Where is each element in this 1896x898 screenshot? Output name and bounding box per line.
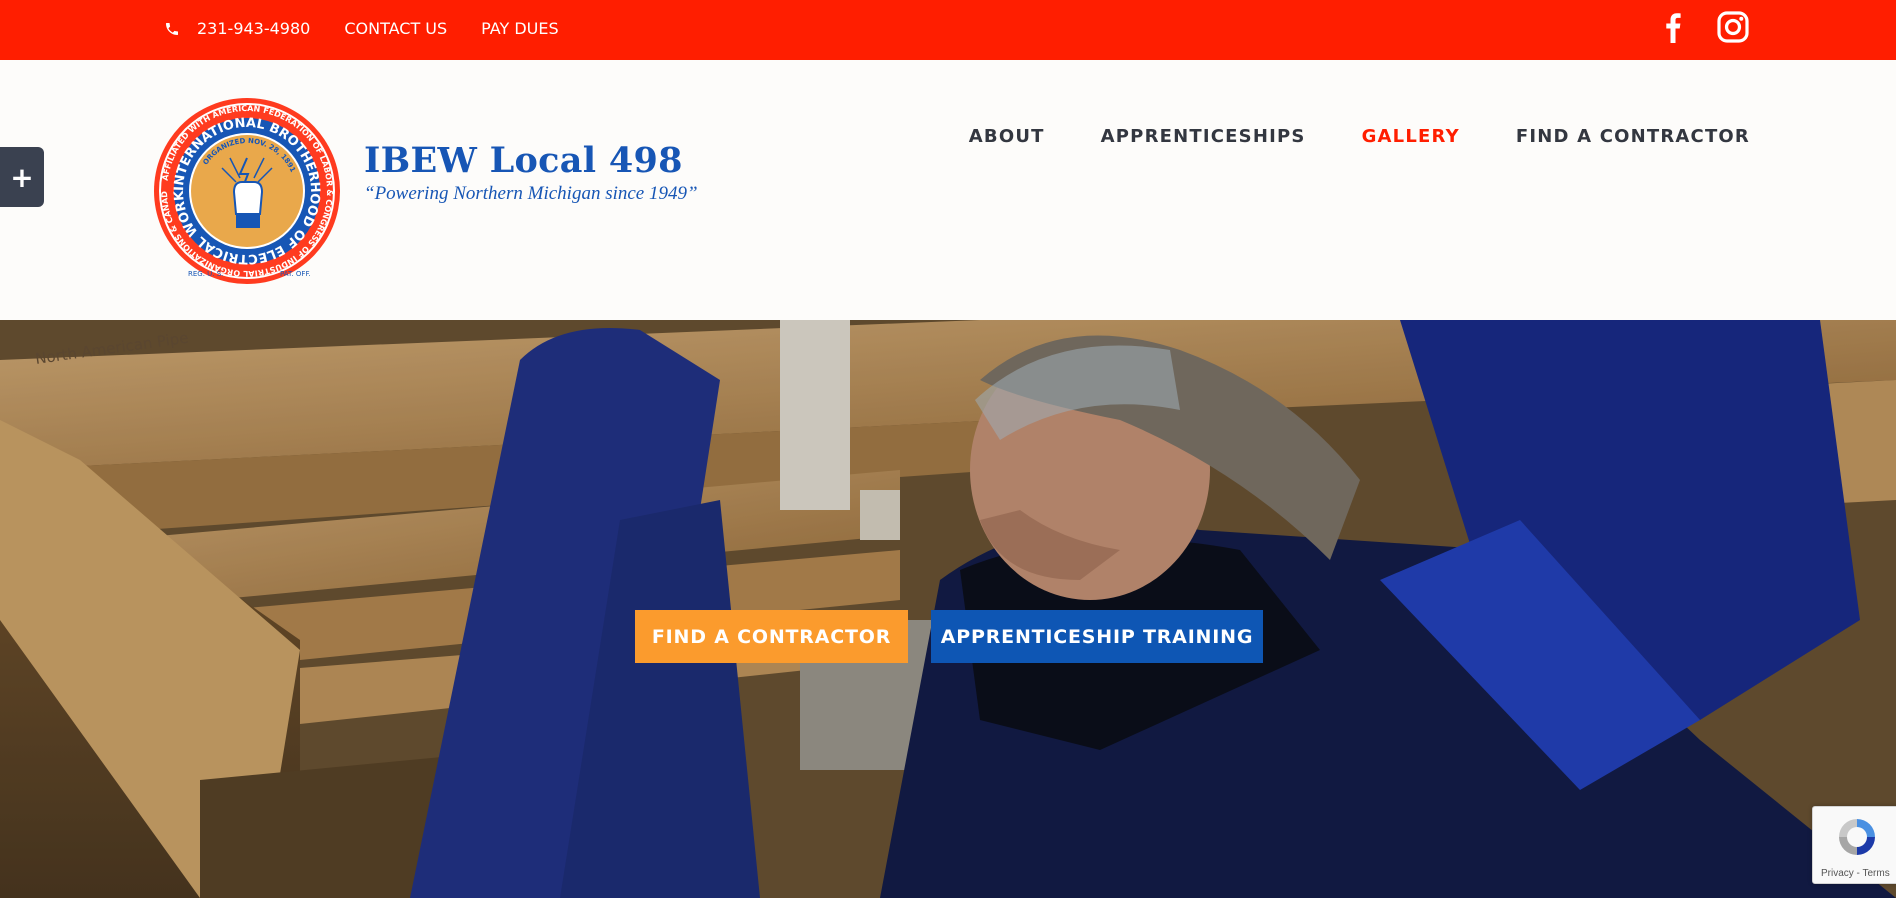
hero-cta-group: FIND A CONTRACTOR APPRENTICESHIP TRAININ… bbox=[635, 610, 1263, 663]
apprenticeship-training-button[interactable]: APPRENTICESHIP TRAINING bbox=[931, 610, 1263, 663]
logo-pat-text: PAT. OFF. bbox=[280, 270, 311, 278]
nav-apprenticeships[interactable]: APPRENTICESHIPS bbox=[1101, 126, 1306, 147]
pay-dues-link[interactable]: PAY DUES bbox=[481, 19, 558, 38]
social-links bbox=[1656, 10, 1750, 44]
brand-tagline: “Powering Northern Michigan since 1949” bbox=[364, 183, 698, 204]
hero-worker-photo: North American Pipe bbox=[0, 320, 1896, 898]
instagram-icon[interactable] bbox=[1716, 10, 1750, 44]
main-nav: ABOUT APPRENTICESHIPS GALLERY FIND A CON… bbox=[969, 126, 1750, 147]
find-a-contractor-button[interactable]: FIND A CONTRACTOR bbox=[635, 610, 908, 663]
brand-block[interactable]: IBEW Local 498 “Powering Northern Michig… bbox=[364, 140, 698, 205]
recaptcha-badge[interactable]: Privacy - Terms bbox=[1812, 806, 1896, 884]
recaptcha-icon bbox=[1839, 819, 1875, 855]
hero-section: North American Pipe FIND A CONTRACTOR AP… bbox=[0, 320, 1896, 898]
ibew-seal-icon: AFFILIATED WITH AMERICAN FEDERATION OF L… bbox=[147, 85, 340, 284]
contact-us-link[interactable]: CONTACT US bbox=[344, 19, 447, 38]
ibew-logo[interactable]: AFFILIATED WITH AMERICAN FEDERATION OF L… bbox=[147, 85, 342, 286]
nav-about[interactable]: ABOUT bbox=[969, 126, 1045, 147]
top-bar: 231-943-4980 CONTACT US PAY DUES bbox=[0, 0, 1896, 60]
logo-reg-text: REG. U. S. bbox=[188, 270, 223, 278]
facebook-icon[interactable] bbox=[1656, 10, 1690, 44]
phone-icon bbox=[166, 22, 178, 35]
nav-find-a-contractor[interactable]: FIND A CONTRACTOR bbox=[1516, 126, 1750, 147]
sliding-bar-toggle-button[interactable]: + bbox=[0, 147, 44, 207]
top-bar-links: 231-943-4980 CONTACT US PAY DUES bbox=[164, 0, 559, 57]
recaptcha-privacy-terms: Privacy - Terms bbox=[1821, 868, 1890, 879]
nav-gallery[interactable]: GALLERY bbox=[1362, 126, 1460, 147]
brand-title: IBEW Local 498 bbox=[364, 140, 683, 181]
phone-link[interactable]: 231-943-4980 bbox=[164, 19, 310, 38]
phone-number: 231-943-4980 bbox=[197, 19, 311, 38]
